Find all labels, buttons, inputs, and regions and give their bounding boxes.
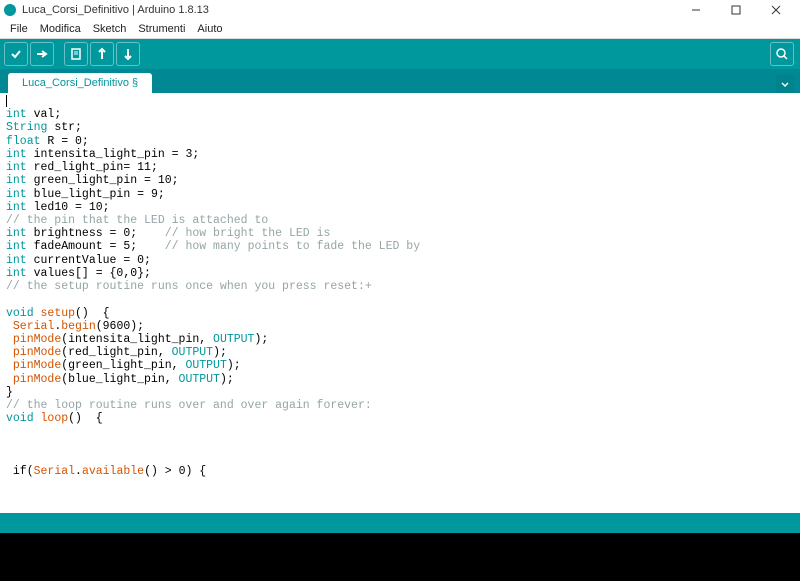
code-token: intensita_light_pin = 3; [27, 148, 200, 161]
code-token: // the pin that the LED is attached to [6, 214, 268, 227]
code-token: values[] = {0,0}; [27, 267, 151, 280]
code-token: fadeAmount = 5; [27, 240, 165, 253]
code-token: (intensita_light_pin, [61, 333, 213, 346]
code-token [34, 307, 41, 320]
code-token: pinMode [13, 373, 61, 386]
code-token: String [6, 121, 47, 134]
menu-file[interactable]: File [4, 20, 34, 39]
code-token: () { [68, 412, 103, 425]
code-token: OUTPUT [185, 359, 226, 372]
menu-sketch[interactable]: Sketch [87, 20, 133, 39]
serial-monitor-button[interactable] [770, 42, 794, 66]
code-token: pinMode [13, 359, 61, 372]
code-token: int [6, 254, 27, 267]
menu-tools[interactable]: Strumenti [132, 20, 191, 39]
code-token: green_light_pin = 10; [27, 174, 179, 187]
code-token: R = 0; [41, 135, 89, 148]
status-bar [0, 513, 800, 533]
code-token: OUTPUT [172, 346, 213, 359]
code-token: (red_light_pin, [61, 346, 171, 359]
code-token: ); [227, 359, 241, 372]
code-token: (blue_light_pin, [61, 373, 178, 386]
code-token: if( [6, 465, 34, 478]
code-token: ); [254, 333, 268, 346]
close-button[interactable] [756, 0, 796, 20]
save-button[interactable] [116, 42, 140, 66]
menubar: File Modifica Sketch Strumenti Aiuto [0, 20, 800, 39]
window-title: Luca_Corsi_Definitivo | Arduino 1.8.13 [22, 4, 676, 16]
code-token [6, 373, 13, 386]
code-token: void [6, 412, 34, 425]
verify-button[interactable] [4, 42, 28, 66]
code-token: ); [220, 373, 234, 386]
menu-help[interactable]: Aiuto [191, 20, 228, 39]
code-token: ); [213, 346, 227, 359]
code-token [6, 346, 13, 359]
code-token: OUTPUT [179, 373, 220, 386]
code-token: str; [47, 121, 82, 134]
code-token: pinMode [13, 333, 61, 346]
editor-container: int val; String str; float R = 0; int in… [0, 93, 800, 513]
code-token: } [6, 386, 13, 399]
maximize-button[interactable] [716, 0, 756, 20]
code-token [6, 359, 13, 372]
code-token: int [6, 267, 27, 280]
code-token: brightness = 0; [27, 227, 165, 240]
code-token: int [6, 174, 27, 187]
code-token: float [6, 135, 41, 148]
code-editor[interactable]: int val; String str; float R = 0; int in… [0, 93, 800, 513]
code-token: () { [75, 307, 110, 320]
code-token: int [6, 188, 27, 201]
code-token [6, 333, 13, 346]
code-token: Serial [34, 465, 75, 478]
code-token: available [82, 465, 144, 478]
code-token: pinMode [13, 346, 61, 359]
menu-edit[interactable]: Modifica [34, 20, 87, 39]
code-token: setup [41, 307, 76, 320]
new-button[interactable] [64, 42, 88, 66]
code-token: int [6, 201, 27, 214]
upload-button[interactable] [30, 42, 54, 66]
code-token: . [75, 465, 82, 478]
tabbar: Luca_Corsi_Definitivo § [0, 69, 800, 93]
code-token: int [6, 148, 27, 161]
minimize-button[interactable] [676, 0, 716, 20]
toolbar [0, 39, 800, 69]
code-token: Serial [13, 320, 54, 333]
code-token: currentValue = 0; [27, 254, 151, 267]
sketch-tab[interactable]: Luca_Corsi_Definitivo § [8, 73, 152, 93]
code-token: (9600); [96, 320, 144, 333]
code-token: led10 = 10; [27, 201, 110, 214]
code-token: int [6, 227, 27, 240]
code-token: // how many points to fade the LED by [165, 240, 420, 253]
open-button[interactable] [90, 42, 114, 66]
code-token [6, 320, 13, 333]
code-token: (green_light_pin, [61, 359, 185, 372]
titlebar: Luca_Corsi_Definitivo | Arduino 1.8.13 [0, 0, 800, 20]
code-token: begin [61, 320, 96, 333]
arduino-icon [4, 4, 16, 16]
code-token: // the setup routine runs once when you … [6, 280, 372, 293]
code-token: // the loop routine runs over and over a… [6, 399, 372, 412]
code-token: void [6, 307, 34, 320]
console[interactable] [0, 533, 800, 581]
code-token: () > 0) { [144, 465, 206, 478]
code-token [34, 412, 41, 425]
tab-menu-button[interactable] [776, 75, 794, 93]
code-token: int [6, 240, 27, 253]
code-token: val; [27, 108, 62, 121]
code-token: red_light_pin= 11; [27, 161, 158, 174]
code-token: // how bright the LED is [165, 227, 331, 240]
code-token: int [6, 161, 27, 174]
code-token: int [6, 108, 27, 121]
code-token: OUTPUT [213, 333, 254, 346]
code-token: blue_light_pin = 9; [27, 188, 165, 201]
code-token: loop [41, 412, 69, 425]
